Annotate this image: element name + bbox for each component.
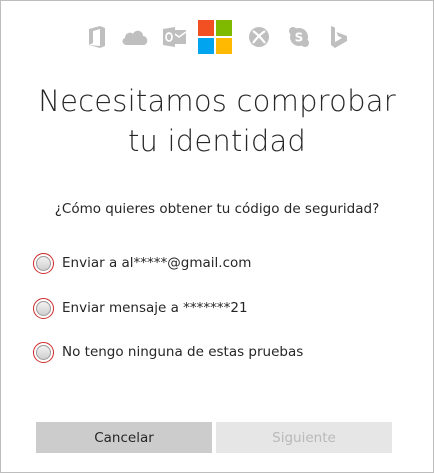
- option-sms[interactable]: Enviar mensaje a *******21: [33, 295, 248, 321]
- title-line-2: tu identidad: [127, 124, 307, 158]
- option-no-proofs-label[interactable]: No tengo ninguna de estas pruebas: [62, 344, 303, 360]
- option-email-label[interactable]: Enviar a al*****@gmail.com: [62, 255, 251, 271]
- xbox-icon: [241, 19, 277, 55]
- office-icon: [79, 19, 115, 55]
- title-line-1: Necesitamos comprobar: [38, 84, 396, 118]
- bing-icon: [321, 19, 357, 55]
- outlook-icon: [157, 19, 193, 55]
- security-code-question: ¿Cómo quieres obtener tu código de segur…: [54, 201, 380, 217]
- radio-no-proofs[interactable]: [33, 341, 54, 363]
- option-email[interactable]: Enviar a al*****@gmail.com: [33, 250, 251, 276]
- microsoft-logo: [197, 19, 233, 55]
- radio-dot: [36, 344, 51, 360]
- radio-email[interactable]: [33, 252, 54, 274]
- radio-dot: [36, 255, 51, 271]
- product-icon-strip: S: [79, 19, 359, 55]
- option-no-proofs[interactable]: No tengo ninguna de estas pruebas: [33, 339, 303, 365]
- radio-dot: [36, 300, 51, 316]
- dialog: S Necesitamos comprobar tu identidad ¿Có…: [0, 0, 434, 473]
- next-button[interactable]: Siguiente: [216, 422, 392, 453]
- onedrive-icon: [117, 19, 153, 55]
- skype-icon: S: [281, 19, 317, 55]
- option-sms-label[interactable]: Enviar mensaje a *******21: [62, 300, 248, 316]
- radio-sms[interactable]: [33, 297, 54, 319]
- cancel-button[interactable]: Cancelar: [36, 422, 212, 453]
- page-title: Necesitamos comprobar tu identidad: [1, 81, 433, 161]
- svg-text:S: S: [295, 31, 304, 45]
